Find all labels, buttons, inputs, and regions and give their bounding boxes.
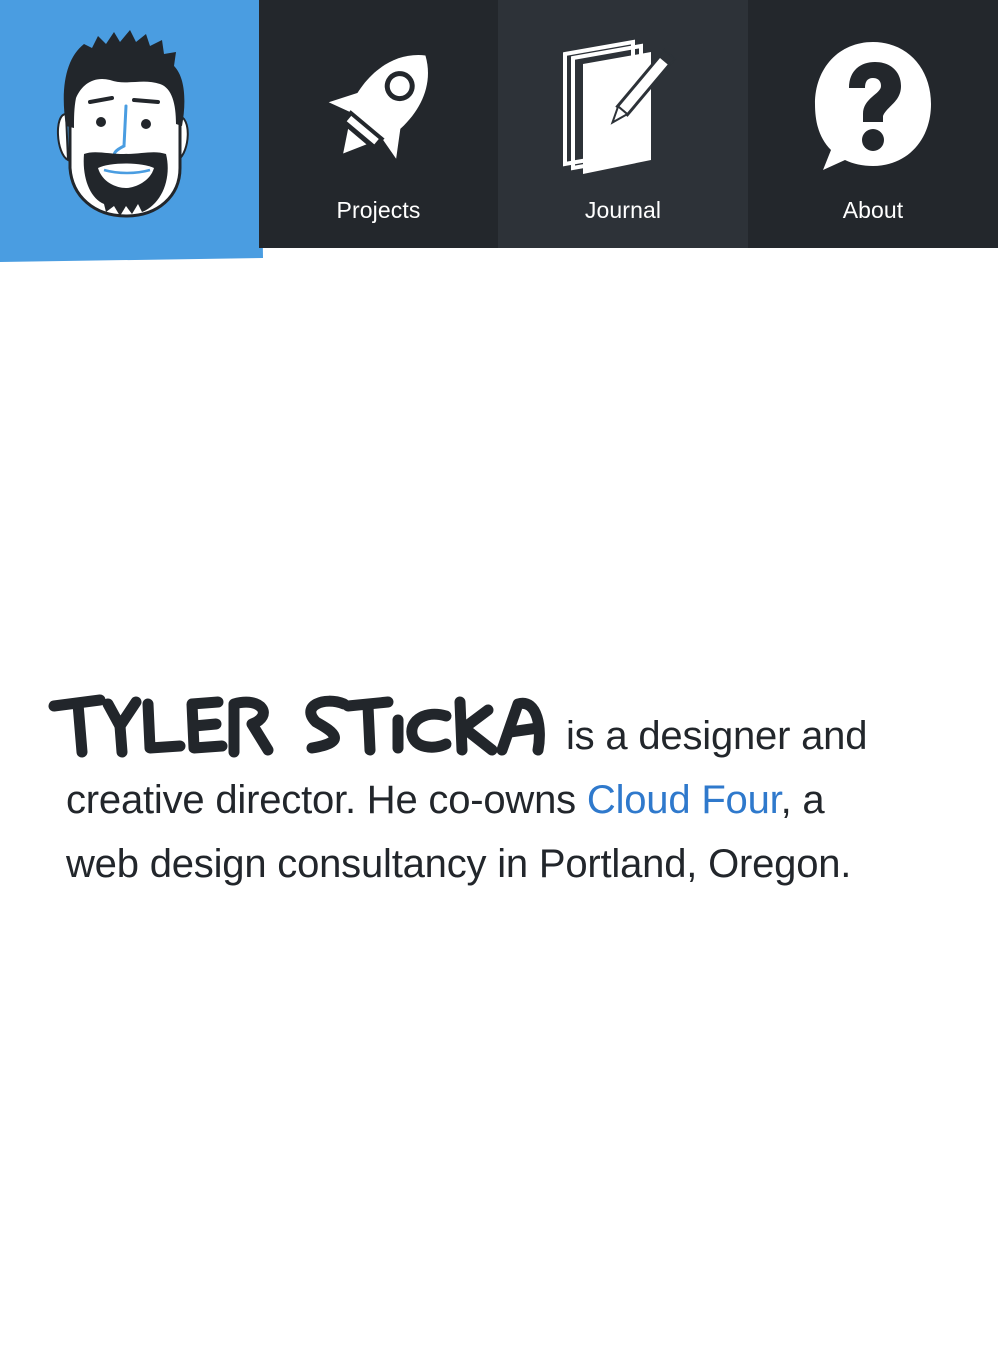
page: Projects Journal About is a designer and… [0,0,998,1350]
face-caricature-icon [56,30,189,218]
nav-item-label: Journal [584,197,662,223]
nav-item-journal[interactable]: Journal [498,0,748,248]
nav-item-label: About [842,197,904,223]
home-link[interactable] [0,0,263,262]
notebook-pencil-icon [563,39,677,174]
nav-item-about[interactable]: About [748,0,998,248]
intro-line-2-start: creative director. He co-owns [66,778,587,822]
main-nav: Projects Journal About [0,0,998,262]
rocket-icon [328,55,428,159]
intro-line-2-end: , a [780,778,825,822]
cloud-four-link[interactable]: Cloud Four [587,778,781,822]
nav-item-projects[interactable]: Projects [259,0,498,248]
question-bubble-icon [815,42,931,170]
intro-line-1: is a designer and [566,714,868,758]
intro-text: is a designer and creative director. He … [48,694,926,896]
name-wordmark [48,694,545,758]
intro-line-3: web design consultancy in Portland, Oreg… [66,842,852,886]
nav-item-label: Projects [336,197,421,223]
